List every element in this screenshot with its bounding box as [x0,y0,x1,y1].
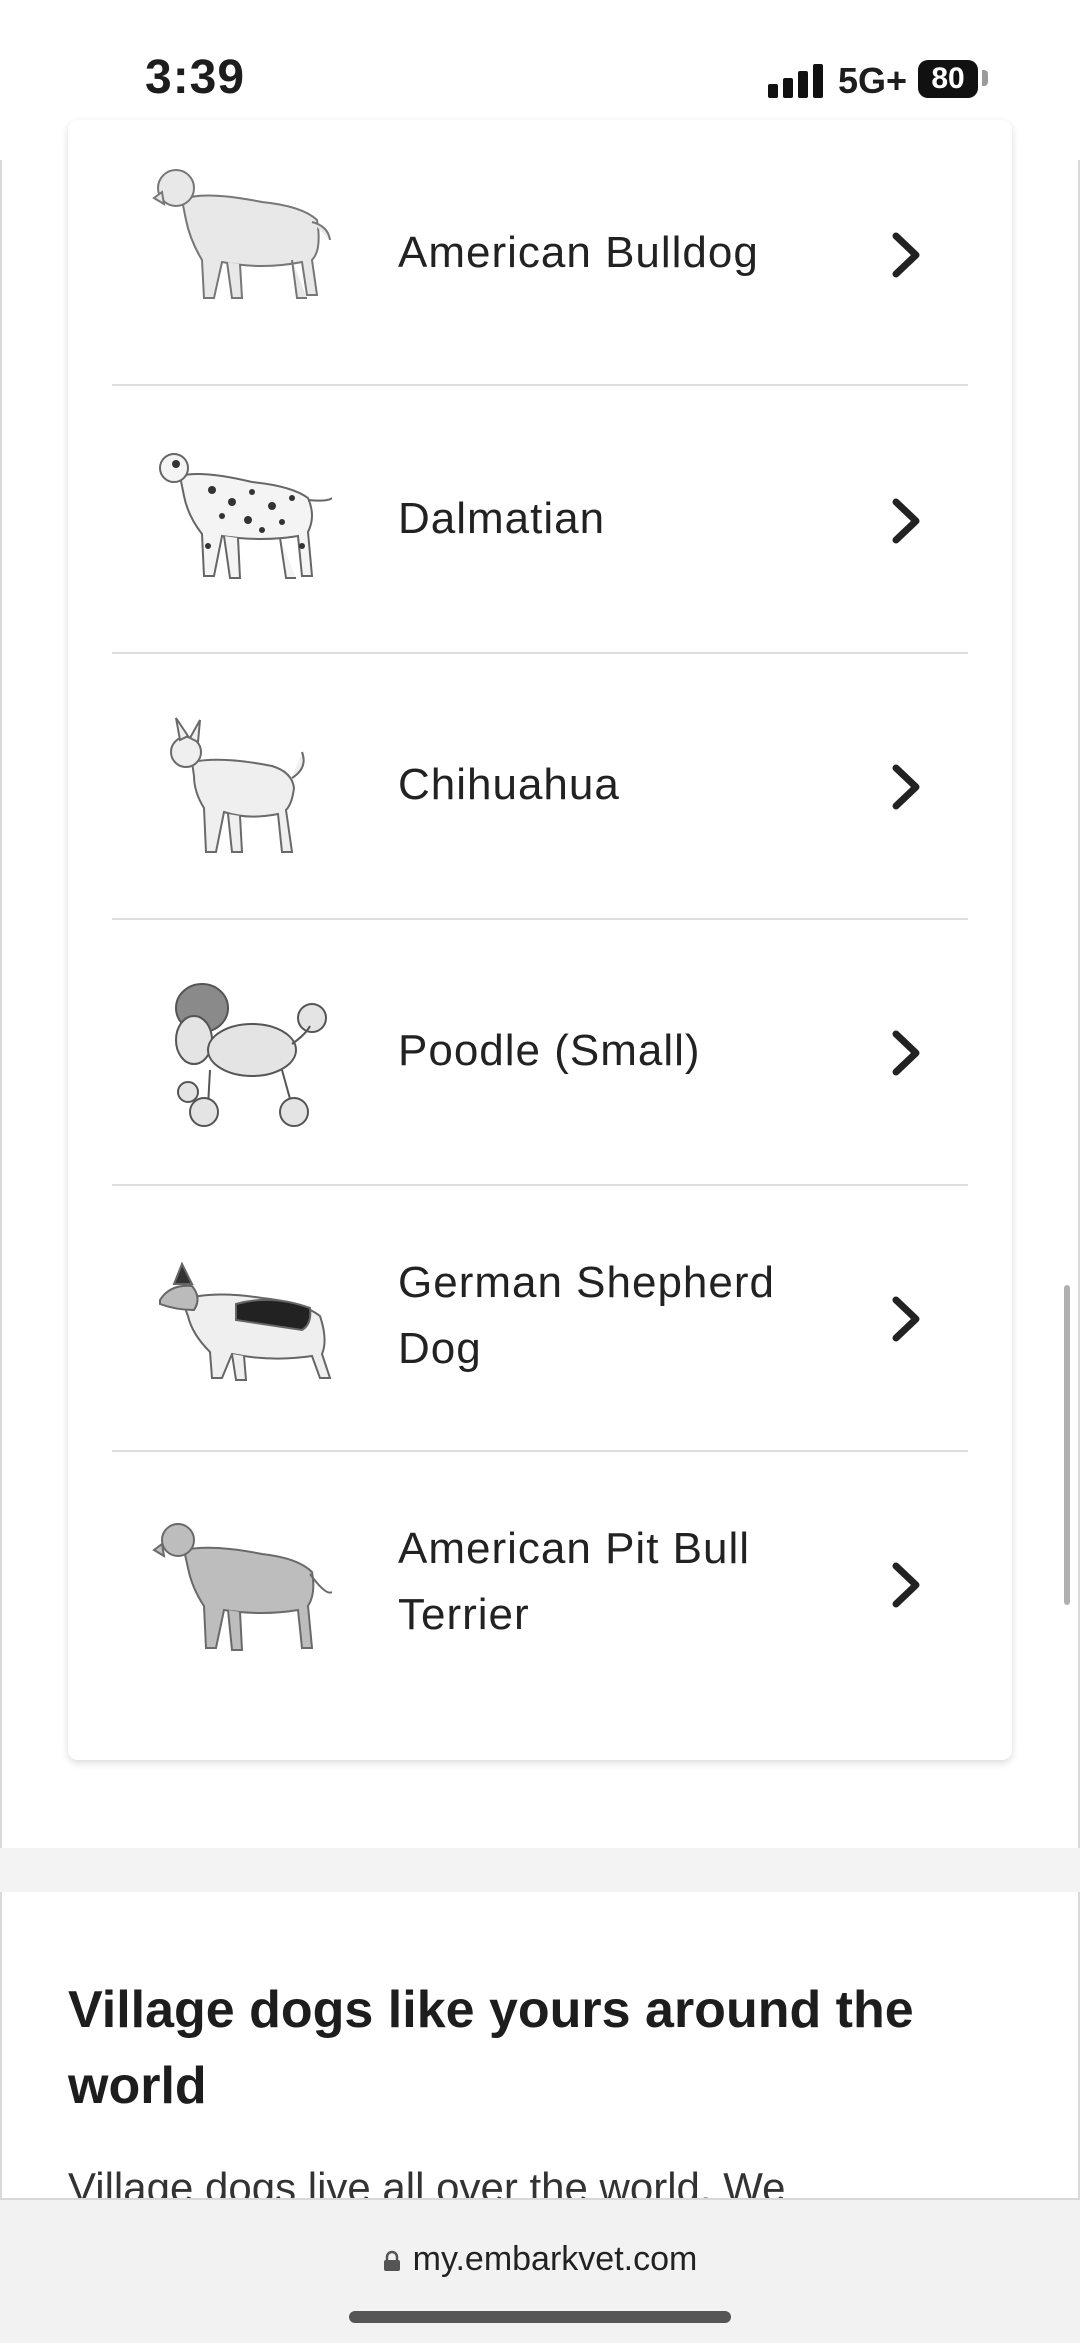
breed-name: American Pit Bull Terrier [398,1524,751,1639]
american-bulldog-icon [152,169,331,299]
page-border-left [0,160,2,2200]
breed-name: American Bulldog [398,228,759,277]
chevron-right-icon [892,1296,920,1342]
signal-icon [768,62,824,98]
chevron-right-icon [892,498,920,544]
url-row[interactable]: my.embarkvet.com [0,2240,1080,2279]
breed-row-german-shepherd[interactable]: German Shepherd Dog [112,1184,968,1452]
section-divider [0,1848,1080,1892]
breed-name: Poodle (Small) [398,1026,701,1075]
battery-tip [982,70,988,86]
german-shepherd-icon [159,1261,332,1381]
chevron-right-icon [892,1562,920,1608]
dalmatian-icon [159,453,332,579]
breed-name: Dalmatian [398,494,606,543]
chihuahua-icon [170,717,305,853]
chevron-right-icon [892,232,920,278]
breed-name: Chihuahua [398,760,620,809]
breed-row-chihuahua[interactable]: Chihuahua [112,652,968,920]
section-title: Village dogs like yours around the world [68,1981,914,2115]
poodle-icon [175,983,327,1127]
scrollbar[interactable] [1064,1285,1070,1605]
url-text: my.embarkvet.com [412,2240,698,2278]
pit-bull-icon [152,1523,332,1651]
home-indicator[interactable] [349,2311,731,2323]
chevron-right-icon [892,764,920,810]
status-time: 3:39 [145,51,246,104]
breed-row-american-pit-bull-terrier[interactable]: American Pit Bull Terrier [112,1450,968,1716]
lock-icon [383,2250,400,2272]
breed-row-poodle-small[interactable]: Poodle (Small) [112,918,968,1186]
battery-icon: 80 [918,60,978,98]
breed-row-american-bulldog[interactable]: American Bulldog [112,120,968,386]
breed-list-card: American Bulldog Dalmatian Chihuahua Poo… [68,120,1012,1760]
breed-name: German Shepherd Dog [398,1258,775,1373]
breed-row-dalmatian[interactable]: Dalmatian [112,386,968,654]
chevron-right-icon [892,1030,920,1076]
network-type: 5G+ [838,60,908,101]
